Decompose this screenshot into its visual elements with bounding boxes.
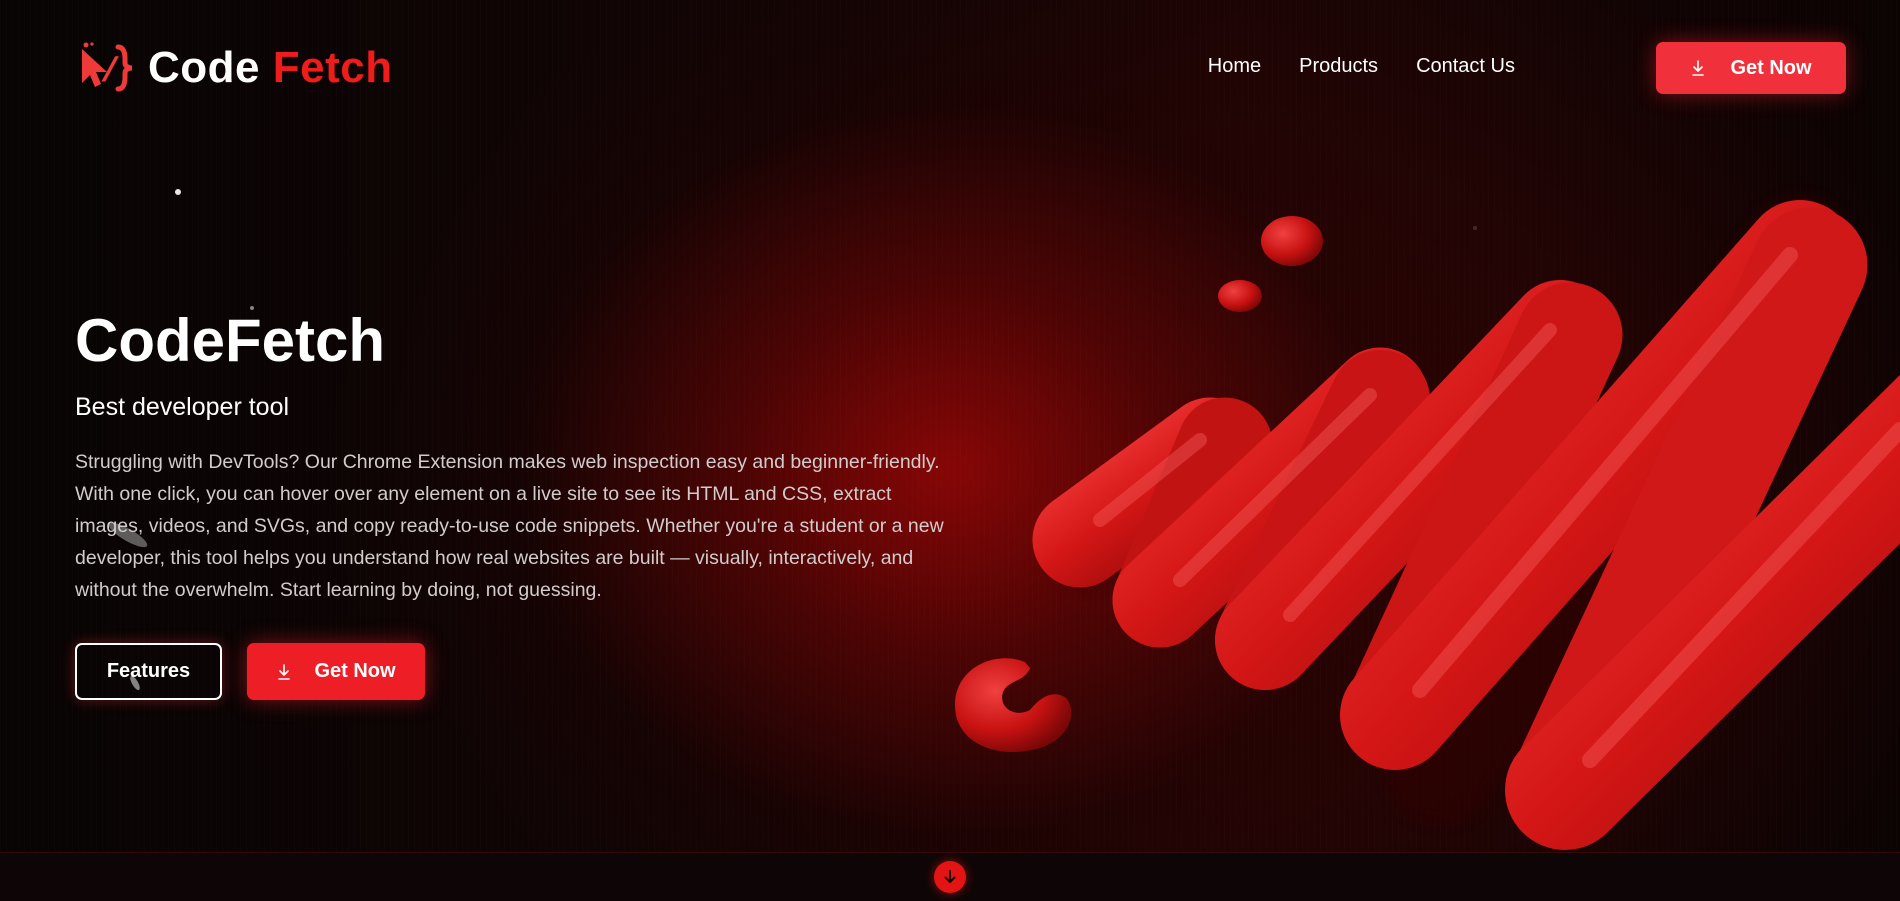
nav-products-link[interactable]: Products — [1299, 55, 1378, 78]
arrow-down-circle-icon — [944, 870, 956, 883]
hero-title: CodeFetch — [75, 307, 386, 374]
main-nav: Home Products Contact Us — [1208, 55, 1515, 78]
brand-name-accent: Fetch — [272, 43, 393, 92]
header-get-now-button[interactable]: Get Now — [1656, 42, 1846, 94]
hero-description: Struggling with DevTools? Our Chrome Ext… — [75, 451, 944, 601]
brand-name: Code Fetch — [148, 43, 393, 92]
hero-get-now-label: Get Now — [314, 660, 396, 682]
site-header: / Code Fetch Home Products Contact Us Ge… — [0, 0, 1900, 140]
nav-contact-link[interactable]: Contact Us — [1416, 55, 1515, 78]
features-button[interactable]: Features — [75, 643, 222, 700]
download-icon — [1692, 60, 1705, 76]
cursor-code-icon: / — [82, 42, 133, 92]
hero-subtitle: Best developer tool — [75, 393, 290, 421]
scroll-down-button[interactable] — [934, 861, 966, 893]
nav-home-link[interactable]: Home — [1208, 55, 1261, 78]
landing-page: / Code Fetch Home Products Contact Us Ge… — [0, 0, 1900, 901]
brand-logo[interactable]: / Code Fetch — [78, 40, 393, 96]
hero-get-now-button[interactable]: Get Now — [247, 643, 425, 700]
svg-text:/: / — [100, 54, 120, 92]
header-get-now-label: Get Now — [1730, 56, 1812, 79]
download-icon — [278, 663, 291, 680]
tube-group — [1032, 200, 1900, 850]
